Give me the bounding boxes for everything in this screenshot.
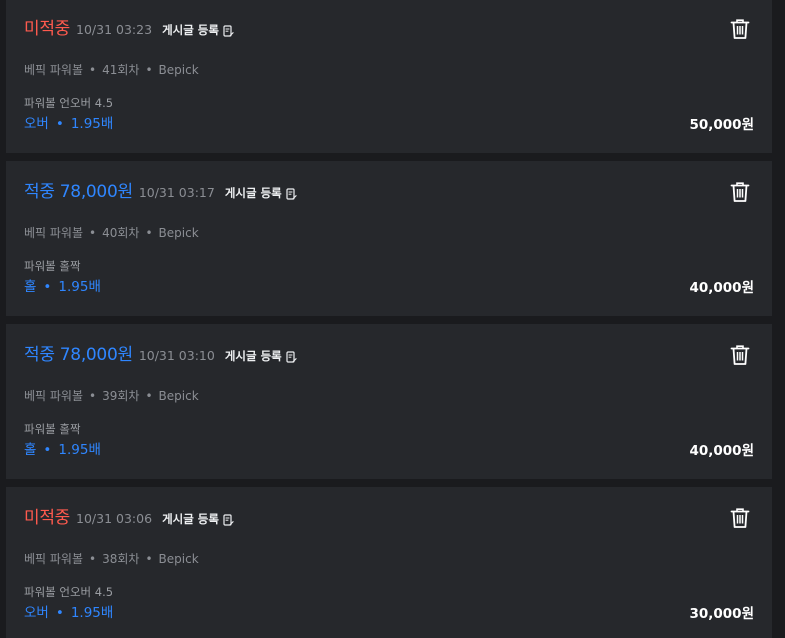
- site-name: Bepick: [158, 552, 199, 566]
- market-name: 파워볼 홀짝: [24, 422, 81, 436]
- edit-document-icon: [223, 25, 234, 37]
- trash-icon[interactable]: [730, 181, 750, 203]
- edit-document-icon: [286, 351, 297, 363]
- bet-datetime: 10/31 03:06: [76, 511, 153, 526]
- bet-meta: 베픽 파워볼 • 39회차 • Bepick: [24, 387, 199, 404]
- pick-value: 오버: [24, 605, 49, 621]
- separator-dot: •: [145, 226, 153, 240]
- round-number: 40회차: [102, 226, 140, 240]
- bet-card: 적중 78,000원 10/31 03:17 게시글 등록 베픽 파워볼 • 40회…: [6, 161, 772, 316]
- separator-dot: •: [89, 552, 97, 566]
- separator-dot: •: [89, 226, 97, 240]
- post-register-button[interactable]: 게시글 등록: [162, 511, 234, 527]
- edit-document-icon: [286, 188, 297, 200]
- round-number: 39회차: [102, 389, 140, 403]
- bet-amount: 40,000원: [689, 280, 754, 296]
- separator-dot: •: [55, 116, 64, 132]
- market-name: 파워볼 언오버 4.5: [24, 96, 114, 110]
- bet-status: 적중 78,000원: [24, 345, 133, 365]
- separator-dot: •: [145, 552, 153, 566]
- odds-value: 1.95배: [58, 442, 101, 458]
- round-number: 38회차: [102, 552, 140, 566]
- market-name: 파워볼 홀짝: [24, 259, 81, 273]
- site-name: Bepick: [158, 63, 199, 77]
- bet-header: 미적중 10/31 03:23 게시글 등록: [24, 14, 234, 39]
- trash-icon[interactable]: [730, 344, 750, 366]
- bet-meta: 베픽 파워볼 • 40회차 • Bepick: [24, 224, 199, 241]
- post-register-button[interactable]: 게시글 등록: [162, 22, 234, 38]
- post-register-button[interactable]: 게시글 등록: [225, 185, 297, 201]
- bet-datetime: 10/31 03:10: [138, 348, 215, 363]
- site-name: Bepick: [158, 389, 199, 403]
- bet-meta: 베픽 파워볼 • 41회차 • Bepick: [24, 61, 199, 78]
- post-register-label: 게시글 등록: [162, 512, 219, 526]
- bet-status: 적중 78,000원: [24, 182, 133, 202]
- bet-header: 적중 78,000원 10/31 03:17 게시글 등록: [24, 177, 297, 202]
- bet-status: 미적중: [24, 508, 71, 528]
- post-register-button[interactable]: 게시글 등록: [225, 348, 297, 364]
- site-name: Bepick: [158, 226, 199, 240]
- bet-datetime: 10/31 03:17: [138, 185, 215, 200]
- pick-value: 오버: [24, 116, 49, 132]
- game-name: 베픽 파워볼: [24, 389, 84, 403]
- bet-card: 적중 78,000원 10/31 03:10 게시글 등록 베픽 파워볼 • 39회…: [6, 324, 772, 479]
- game-name: 베픽 파워볼: [24, 226, 84, 240]
- pick-value: 홀: [24, 442, 37, 458]
- bet-pick: 오버 • 1.95배: [24, 112, 113, 132]
- bet-status: 미적중: [24, 19, 71, 39]
- odds-value: 1.95배: [58, 279, 101, 295]
- pick-value: 홀: [24, 279, 37, 295]
- bet-meta: 베픽 파워볼 • 38회차 • Bepick: [24, 550, 199, 567]
- separator-dot: •: [55, 605, 64, 621]
- bet-amount: 40,000원: [689, 443, 754, 459]
- post-register-label: 게시글 등록: [162, 23, 219, 37]
- game-name: 베픽 파워볼: [24, 63, 84, 77]
- bet-card: 미적중 10/31 03:06 게시글 등록 베픽 파워볼 • 38회차 • Bepic…: [6, 487, 772, 638]
- bet-history-list: 미적중 10/31 03:23 게시글 등록 베픽 파워볼 • 41회차 • Bepic…: [0, 0, 785, 638]
- separator-dot: •: [89, 389, 97, 403]
- odds-value: 1.95배: [70, 116, 114, 132]
- separator-dot: •: [89, 63, 97, 77]
- round-number: 41회차: [102, 63, 140, 77]
- bet-amount: 50,000원: [689, 117, 754, 133]
- post-register-label: 게시글 등록: [224, 186, 282, 200]
- odds-value: 1.95배: [70, 605, 114, 621]
- bet-pick: 오버 • 1.95배: [24, 601, 113, 621]
- bet-header: 적중 78,000원 10/31 03:10 게시글 등록: [24, 340, 297, 365]
- separator-dot: •: [145, 63, 153, 77]
- bet-header: 미적중 10/31 03:06 게시글 등록: [24, 503, 234, 528]
- market-name: 파워볼 언오버 4.5: [24, 585, 114, 599]
- bet-card: 미적중 10/31 03:23 게시글 등록 베픽 파워볼 • 41회차 • Bepic…: [6, 0, 772, 153]
- bet-pick: 홀 • 1.95배: [24, 275, 101, 295]
- post-register-label: 게시글 등록: [224, 349, 282, 363]
- separator-dot: •: [43, 279, 52, 295]
- bet-amount: 30,000원: [689, 606, 754, 622]
- bet-datetime: 10/31 03:23: [76, 22, 153, 37]
- trash-icon[interactable]: [730, 18, 750, 40]
- edit-document-icon: [223, 514, 234, 526]
- game-name: 베픽 파워볼: [24, 552, 84, 566]
- separator-dot: •: [43, 442, 52, 458]
- trash-icon[interactable]: [730, 507, 750, 529]
- separator-dot: •: [145, 389, 153, 403]
- bet-pick: 홀 • 1.95배: [24, 438, 101, 458]
